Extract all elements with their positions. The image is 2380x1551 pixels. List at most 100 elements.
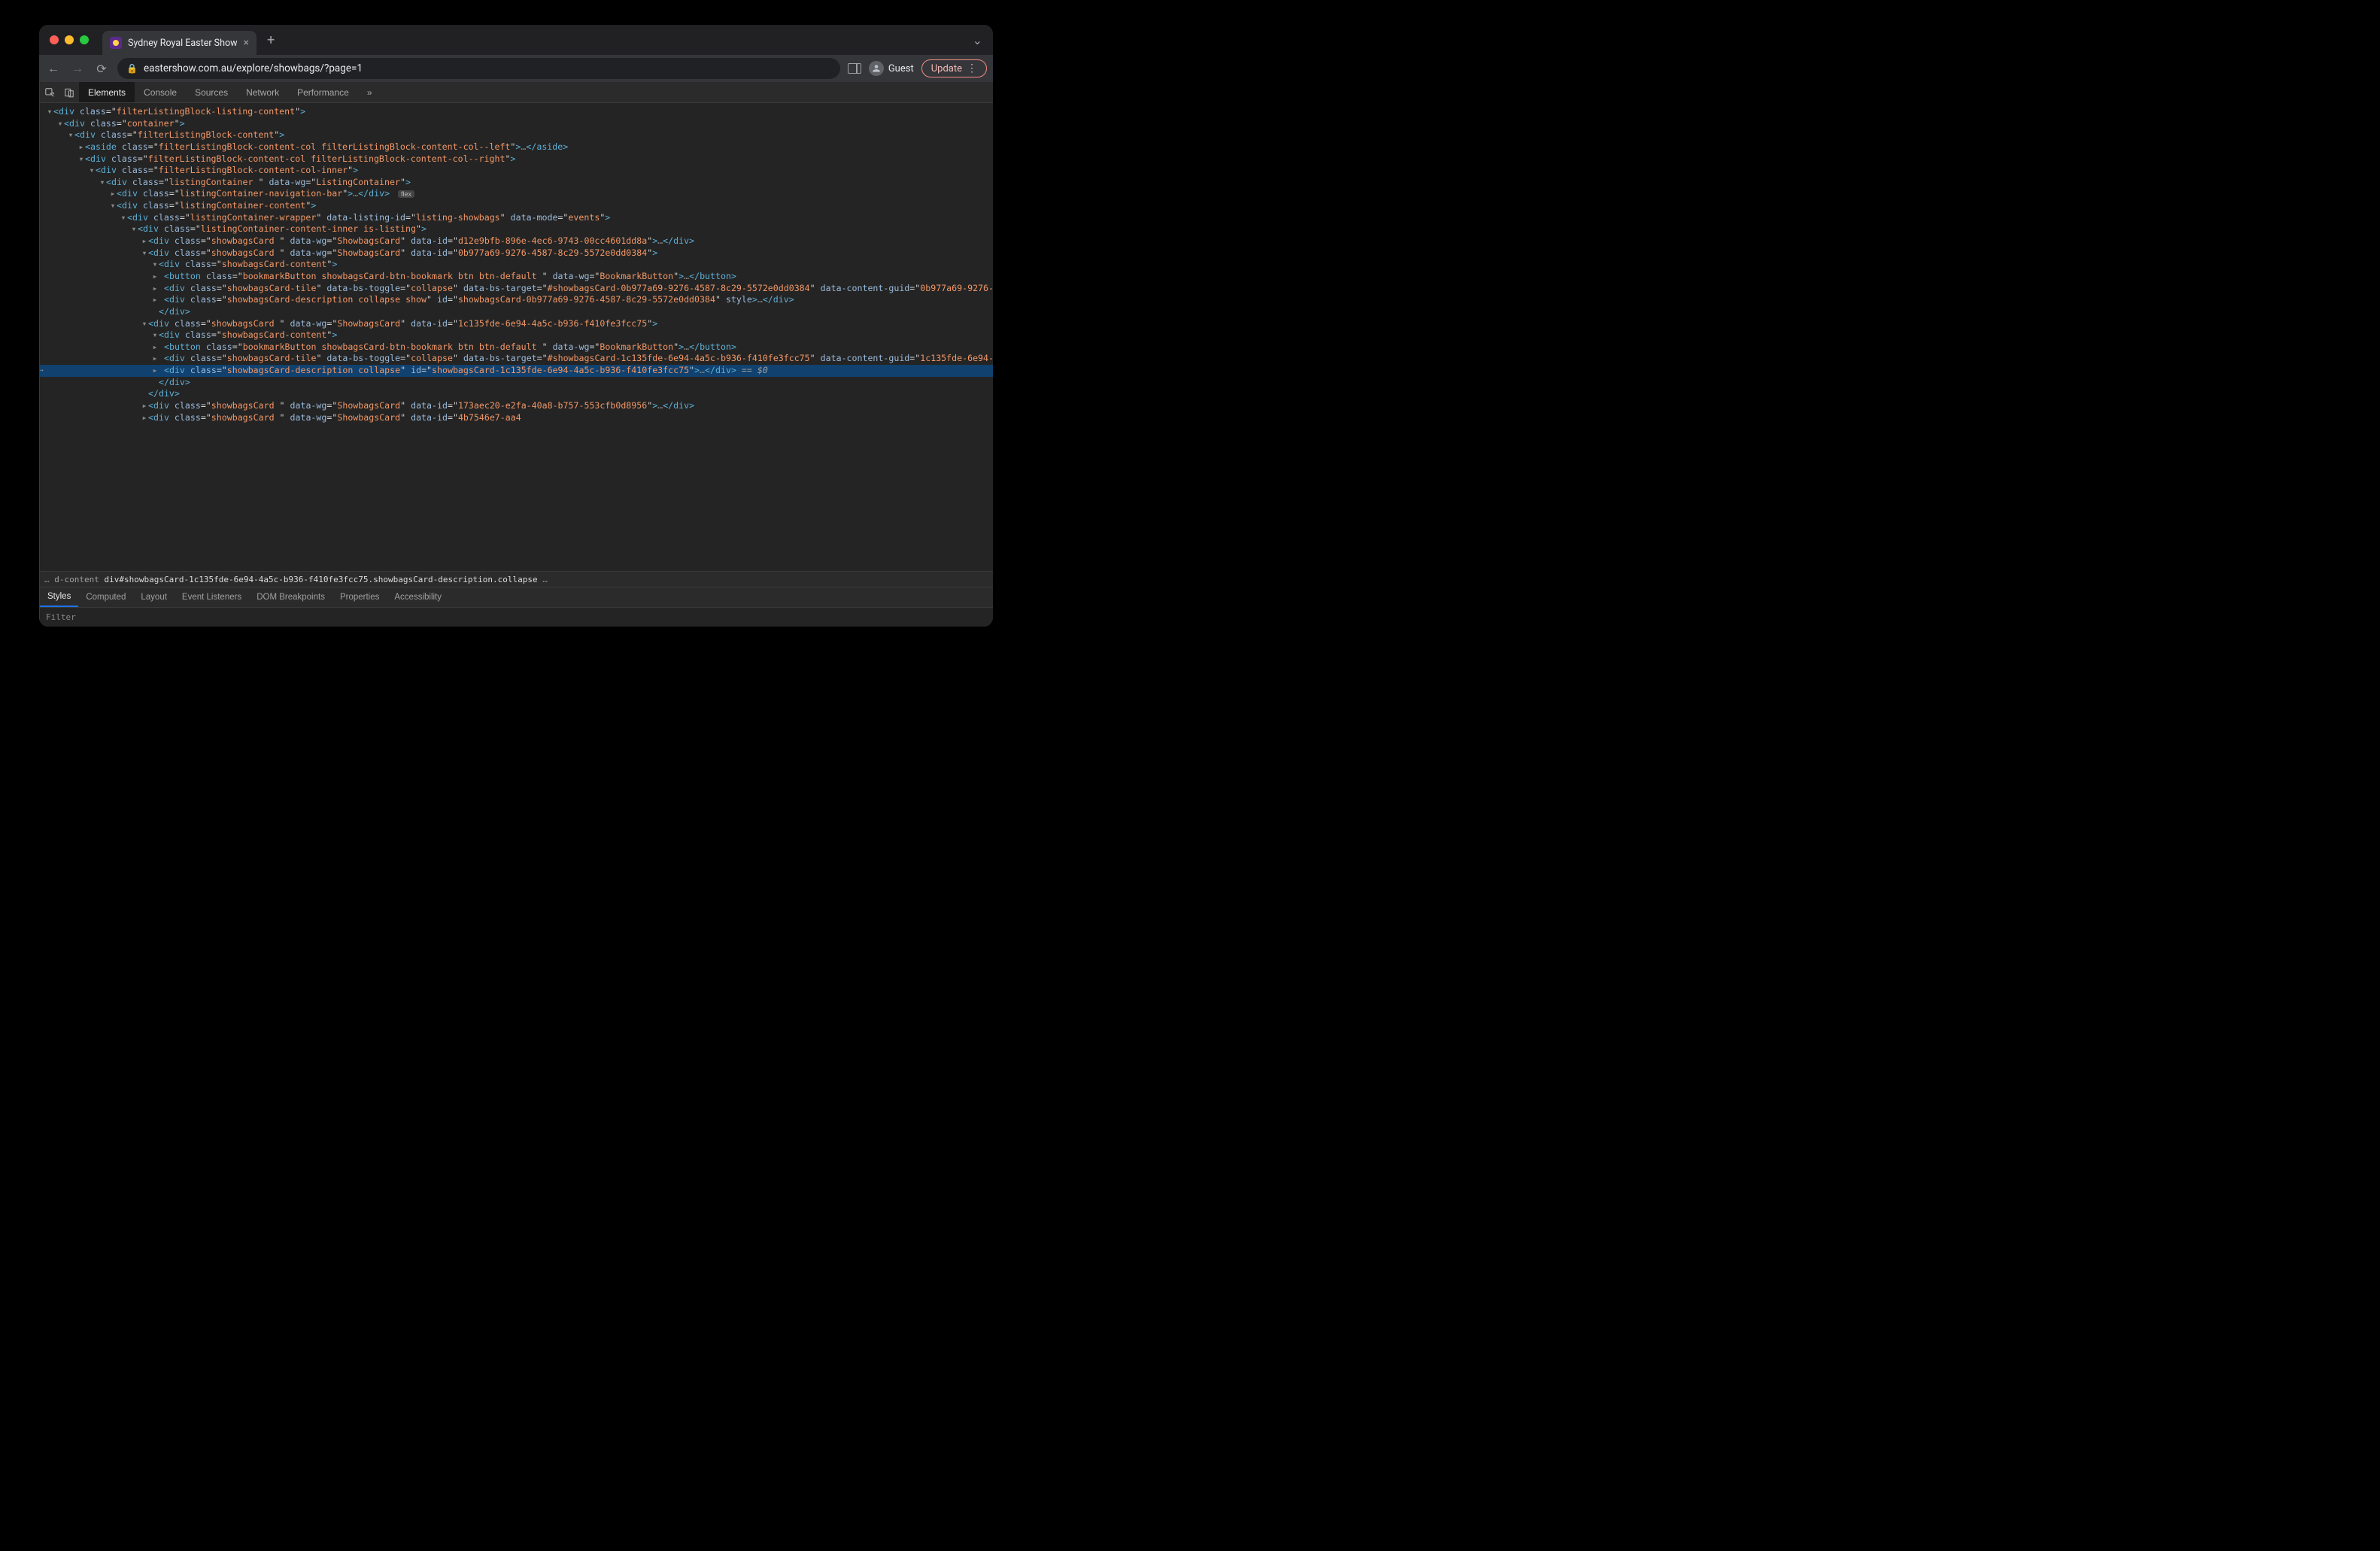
- dom-tree-line[interactable]: </div>: [40, 388, 993, 400]
- update-label: Update: [931, 63, 962, 74]
- url-text: eastershow.com.au/explore/showbags/?page…: [144, 62, 363, 74]
- tab-strip: Sydney Royal Easter Show × + ⌄: [39, 25, 993, 55]
- disclosure-triangle-icon[interactable]: ▸: [141, 412, 148, 424]
- tab-overflow-button[interactable]: ⌄: [973, 33, 982, 47]
- dom-tree-line[interactable]: </div>: [40, 306, 993, 318]
- device-toggle-button[interactable]: [59, 83, 79, 102]
- dom-tree-line[interactable]: ▸ <div class="showbagsCard-description c…: [40, 365, 993, 377]
- dom-tree-line[interactable]: ▾<div class="showbagsCard " data-wg="Sho…: [40, 318, 993, 330]
- maximize-window-button[interactable]: [80, 35, 89, 44]
- dom-tree-line[interactable]: ▾<div class="listingContainer-content">: [40, 200, 993, 212]
- disclosure-triangle-icon[interactable]: ▾: [109, 200, 117, 212]
- new-tab-button[interactable]: +: [263, 32, 279, 48]
- disclosure-triangle-icon[interactable]: ▸: [151, 341, 159, 354]
- window-controls: [50, 35, 89, 44]
- disclosure-triangle-icon[interactable]: ▾: [141, 318, 148, 330]
- dom-tree-line[interactable]: </div>: [40, 377, 993, 389]
- dom-tree-line[interactable]: ▸ <button class="bookmarkButton showbags…: [40, 341, 993, 354]
- styles-tab-computed[interactable]: Computed: [78, 587, 133, 607]
- disclosure-triangle-icon[interactable]: ▾: [99, 177, 106, 189]
- styles-tab-event-listeners[interactable]: Event Listeners: [175, 587, 249, 607]
- breadcrumb-ellipsis: …: [44, 575, 50, 584]
- devtools-tab-bar: ElementsConsoleSourcesNetworkPerformance…: [40, 82, 993, 103]
- minimize-window-button[interactable]: [65, 35, 74, 44]
- dom-tree-line[interactable]: ▾<div class="listingContainer-content-in…: [40, 223, 993, 235]
- dom-tree-line[interactable]: ▸ <div class="showbagsCard-tile" data-bs…: [40, 283, 993, 295]
- disclosure-triangle-icon[interactable]: ▾: [67, 129, 74, 141]
- devtools-tab-performance[interactable]: Performance: [288, 82, 358, 102]
- disclosure-triangle-icon[interactable]: ▾: [141, 247, 148, 260]
- styles-tab-properties[interactable]: Properties: [332, 587, 387, 607]
- styles-tab-dom-breakpoints[interactable]: DOM Breakpoints: [249, 587, 332, 607]
- styles-tab-layout[interactable]: Layout: [133, 587, 175, 607]
- disclosure-triangle-icon[interactable]: ▾: [88, 165, 96, 177]
- devtools-more-tabs[interactable]: »: [358, 82, 381, 102]
- styles-filter-bar: Filter :hov .cls + ⫶ ▣: [40, 607, 993, 627]
- disclosure-triangle-icon[interactable]: ▾: [151, 329, 159, 341]
- disclosure-triangle-icon[interactable]: ▸: [151, 365, 159, 377]
- dom-tree-line[interactable]: ▸ <div class="showbagsCard-description c…: [40, 294, 993, 306]
- disclosure-triangle-icon[interactable]: ▾: [130, 223, 138, 235]
- side-panel-icon[interactable]: [848, 63, 861, 74]
- update-button[interactable]: Update: [921, 59, 987, 77]
- tab-title: Sydney Royal Easter Show: [128, 38, 238, 49]
- content-row: Sydney Royal EASTER SHOW 6–17 April 2023…: [39, 82, 993, 627]
- disclosure-triangle-icon[interactable]: ▸: [151, 271, 159, 283]
- dom-tree-line[interactable]: ▾<div class="listingContainer " data-wg=…: [40, 177, 993, 189]
- browser-toolbar: ← → ⟳ 🔒 eastershow.com.au/explore/showba…: [39, 55, 993, 82]
- dom-tree-line[interactable]: ▸<div class="showbagsCard " data-wg="Sho…: [40, 400, 993, 412]
- disclosure-triangle-icon[interactable]: ▸: [151, 294, 159, 306]
- inspect-element-button[interactable]: [40, 83, 59, 102]
- dom-tree-line[interactable]: ▸ <button class="bookmarkButton showbags…: [40, 271, 993, 283]
- devtools-tab-sources[interactable]: Sources: [186, 82, 237, 102]
- guest-label: Guest: [888, 63, 914, 74]
- styles-tab-accessibility[interactable]: Accessibility: [387, 587, 449, 607]
- disclosure-triangle-icon[interactable]: ▾: [77, 153, 85, 165]
- dom-tree-line[interactable]: ▾<div class="showbagsCard " data-wg="Sho…: [40, 247, 993, 260]
- forward-button[interactable]: →: [69, 61, 86, 76]
- dom-tree-line[interactable]: ▾<div class="filterListingBlock-content-…: [40, 165, 993, 177]
- disclosure-triangle-icon[interactable]: ▾: [56, 118, 64, 130]
- disclosure-triangle-icon[interactable]: ▸: [151, 353, 159, 365]
- dom-tree-line[interactable]: ▸ <div class="showbagsCard-tile" data-bs…: [40, 353, 993, 365]
- disclosure-triangle-icon[interactable]: ▸: [151, 283, 159, 295]
- devtools-panel: ElementsConsoleSourcesNetworkPerformance…: [39, 82, 993, 627]
- address-bar[interactable]: 🔒 eastershow.com.au/explore/showbags/?pa…: [117, 58, 840, 79]
- browser-window: Sydney Royal Easter Show × + ⌄ ← → ⟳ 🔒 e…: [39, 25, 993, 627]
- breadcrumb-ellipsis: …: [538, 575, 548, 584]
- styles-tab-styles[interactable]: Styles: [40, 587, 78, 607]
- dom-tree-line[interactable]: ▾<div class="showbagsCard-content">: [40, 329, 993, 341]
- back-button[interactable]: ←: [45, 61, 62, 76]
- dom-tree-line[interactable]: ▸<aside class="filterListingBlock-conten…: [40, 141, 993, 153]
- dom-tree-line[interactable]: ▾<div class="showbagsCard-content">: [40, 259, 993, 271]
- dom-tree[interactable]: ▾<div class="filterListingBlock-listing-…: [40, 103, 993, 571]
- disclosure-triangle-icon[interactable]: ▸: [141, 235, 148, 247]
- devtools-tab-console[interactable]: Console: [135, 82, 186, 102]
- dom-breadcrumb[interactable]: … d-content div#showbagsCard-1c135fde-6e…: [40, 571, 993, 587]
- dom-tree-line[interactable]: ▾<div class="listingContainer-wrapper" d…: [40, 212, 993, 224]
- profile-button[interactable]: Guest: [869, 61, 914, 76]
- devtools-tab-network[interactable]: Network: [237, 82, 288, 102]
- dom-tree-line[interactable]: ▸<div class="listingContainer-navigation…: [40, 188, 993, 200]
- dom-tree-line[interactable]: ▾<div class="container">: [40, 118, 993, 130]
- close-tab-button[interactable]: ×: [244, 37, 249, 49]
- dom-tree-line[interactable]: ▾<div class="filterListingBlock-content"…: [40, 129, 993, 141]
- disclosure-triangle-icon[interactable]: ▾: [120, 212, 127, 224]
- dom-tree-line[interactable]: ▸<div class="showbagsCard " data-wg="Sho…: [40, 235, 993, 247]
- dom-tree-line[interactable]: ▾<div class="filterListingBlock-listing-…: [40, 106, 993, 118]
- close-window-button[interactable]: [50, 35, 59, 44]
- browser-tab[interactable]: Sydney Royal Easter Show ×: [102, 31, 257, 55]
- disclosure-triangle-icon[interactable]: ▾: [151, 259, 159, 271]
- disclosure-triangle-icon[interactable]: ▸: [77, 141, 85, 153]
- devtools-tab-elements[interactable]: Elements: [79, 82, 135, 102]
- breadcrumb-item[interactable]: d-content: [54, 575, 99, 584]
- reload-button[interactable]: ⟳: [93, 62, 110, 76]
- disclosure-triangle-icon[interactable]: ▸: [141, 400, 148, 412]
- dom-tree-line[interactable]: ▾<div class="filterListingBlock-content-…: [40, 153, 993, 165]
- disclosure-triangle-icon[interactable]: ▸: [109, 188, 117, 200]
- disclosure-triangle-icon[interactable]: ▾: [46, 106, 53, 118]
- lock-icon: 🔒: [126, 63, 138, 74]
- filter-input[interactable]: Filter: [46, 612, 993, 622]
- dom-tree-line[interactable]: ▸<div class="showbagsCard " data-wg="Sho…: [40, 412, 993, 424]
- breadcrumb-item-selected[interactable]: div#showbagsCard-1c135fde-6e94-4a5c-b936…: [104, 575, 537, 584]
